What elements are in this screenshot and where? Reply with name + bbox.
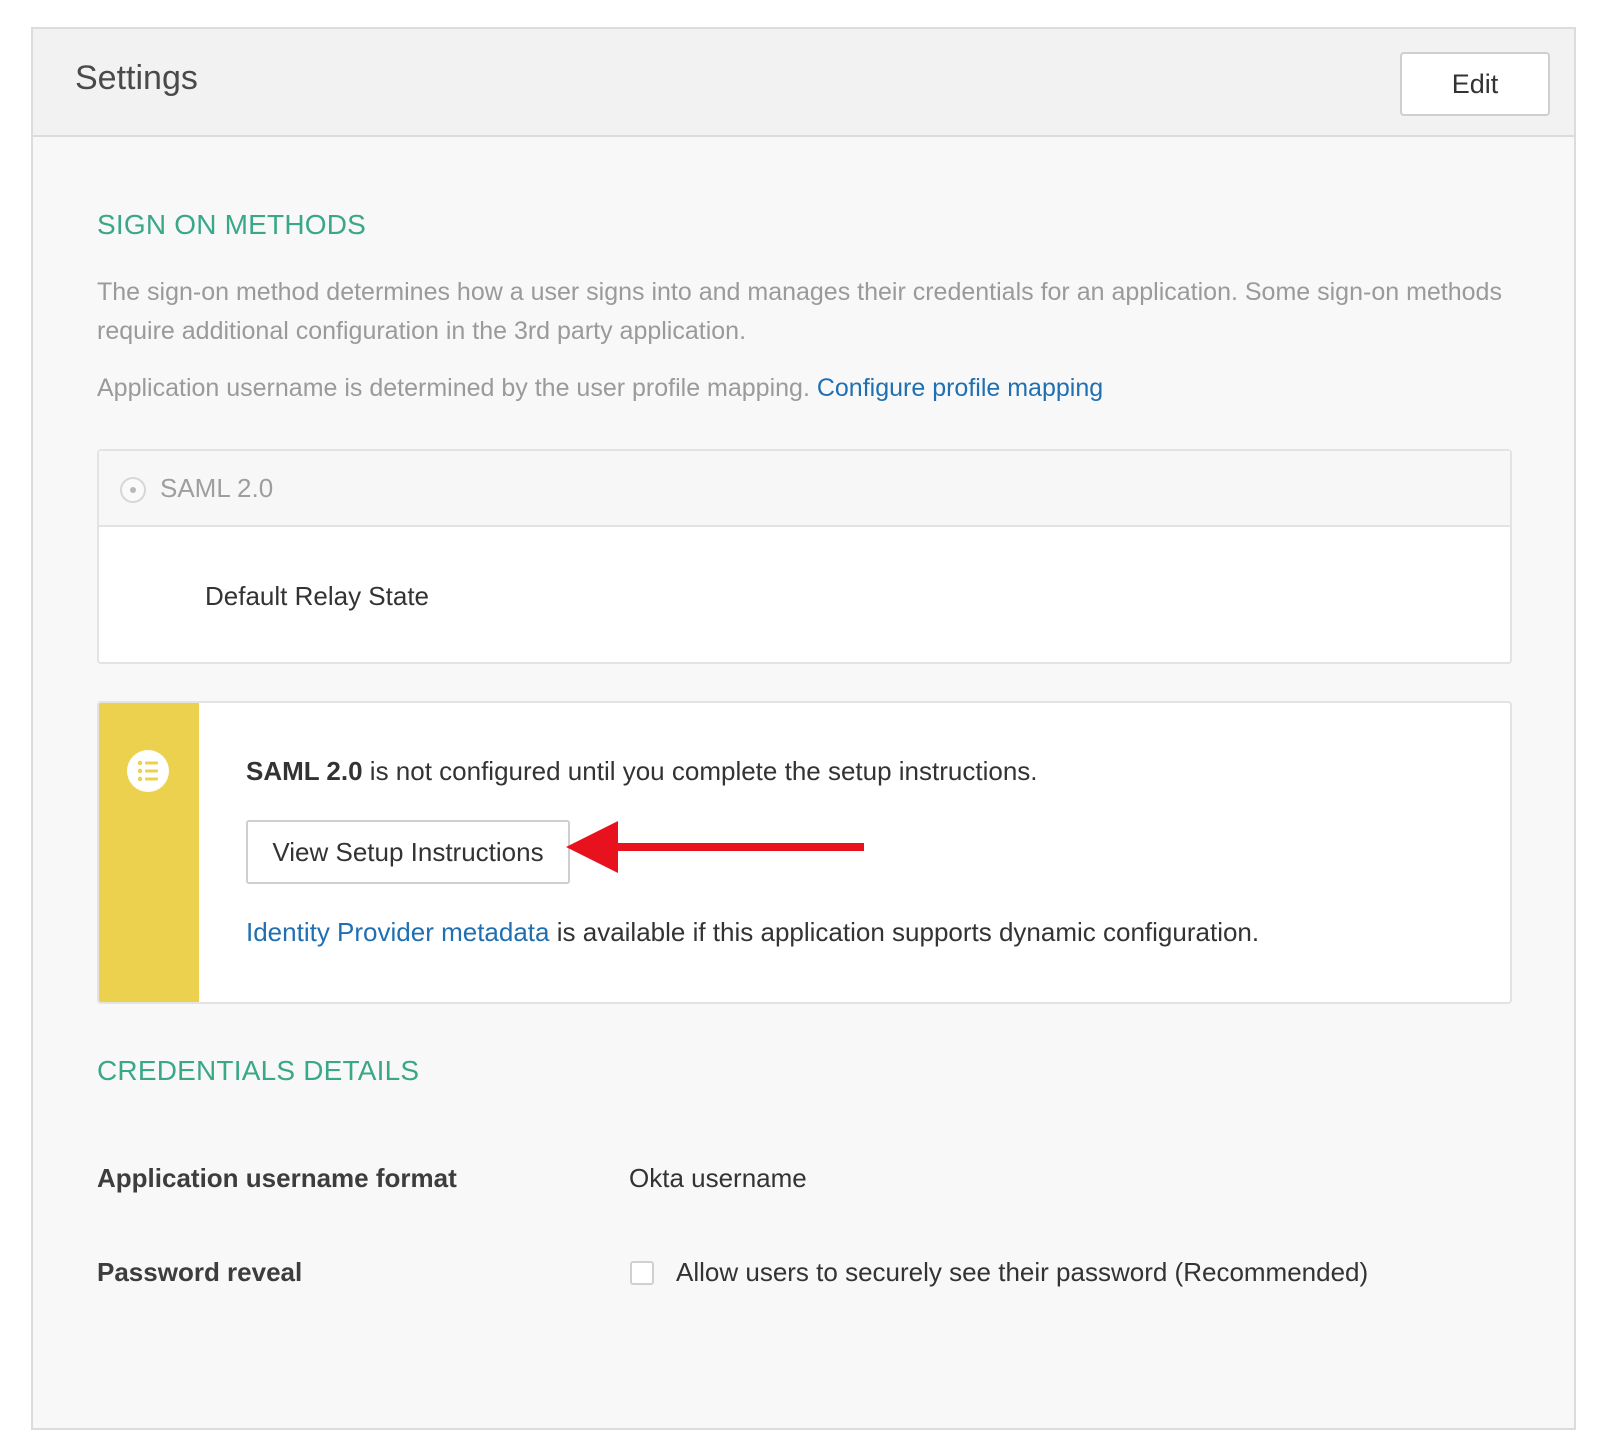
notice-message: SAML 2.0 is not configured until you com…: [246, 756, 1038, 787]
saml-radio-button[interactable]: [120, 477, 146, 503]
saml-method-header: SAML 2.0: [99, 451, 1510, 527]
configure-profile-mapping-link[interactable]: Configure profile mapping: [817, 374, 1103, 402]
username-mapping-note: Application username is determined by th…: [97, 369, 1537, 408]
username-mapping-text: Application username is determined by th…: [97, 374, 810, 402]
default-relay-state-label: Default Relay State: [205, 581, 430, 611]
edit-button[interactable]: Edit: [1400, 52, 1550, 116]
saml-method-box: SAML 2.0 Default Relay State: [97, 449, 1512, 664]
sign-on-description: The sign-on method determines how a user…: [97, 278, 1502, 345]
view-setup-instructions-button[interactable]: View Setup Instructions: [246, 820, 570, 884]
password-reveal-checkbox[interactable]: [630, 1261, 654, 1285]
username-format-value: Okta username: [629, 1163, 807, 1193]
notice-message-text: is not configured until you complete the…: [369, 756, 1038, 786]
sign-on-methods-heading: SIGN ON METHODS: [97, 209, 367, 240]
identity-provider-metadata-link[interactable]: Identity Provider metadata: [246, 917, 550, 947]
red-arrow-annotation: [566, 821, 864, 873]
settings-panel: Settings Edit SIGN ON METHODS The sign-o…: [31, 27, 1576, 1430]
metadata-note: Identity Provider metadata is available …: [246, 917, 1259, 948]
notice-method-name: SAML 2.0: [246, 756, 363, 786]
notice-stripe: [99, 703, 199, 1002]
metadata-note-text: is available if this application support…: [556, 917, 1260, 947]
settings-header: Settings Edit: [33, 29, 1574, 137]
credentials-details-heading: CREDENTIALS DETAILS: [97, 1055, 420, 1086]
password-reveal-label: Password reveal: [97, 1257, 303, 1287]
saml-method-label: SAML 2.0: [160, 473, 274, 503]
password-reveal-option-label: Allow users to securely see their passwo…: [676, 1257, 1369, 1287]
page-title: Settings: [75, 59, 198, 97]
list-icon: [127, 750, 169, 792]
username-format-label: Application username format: [97, 1163, 457, 1193]
